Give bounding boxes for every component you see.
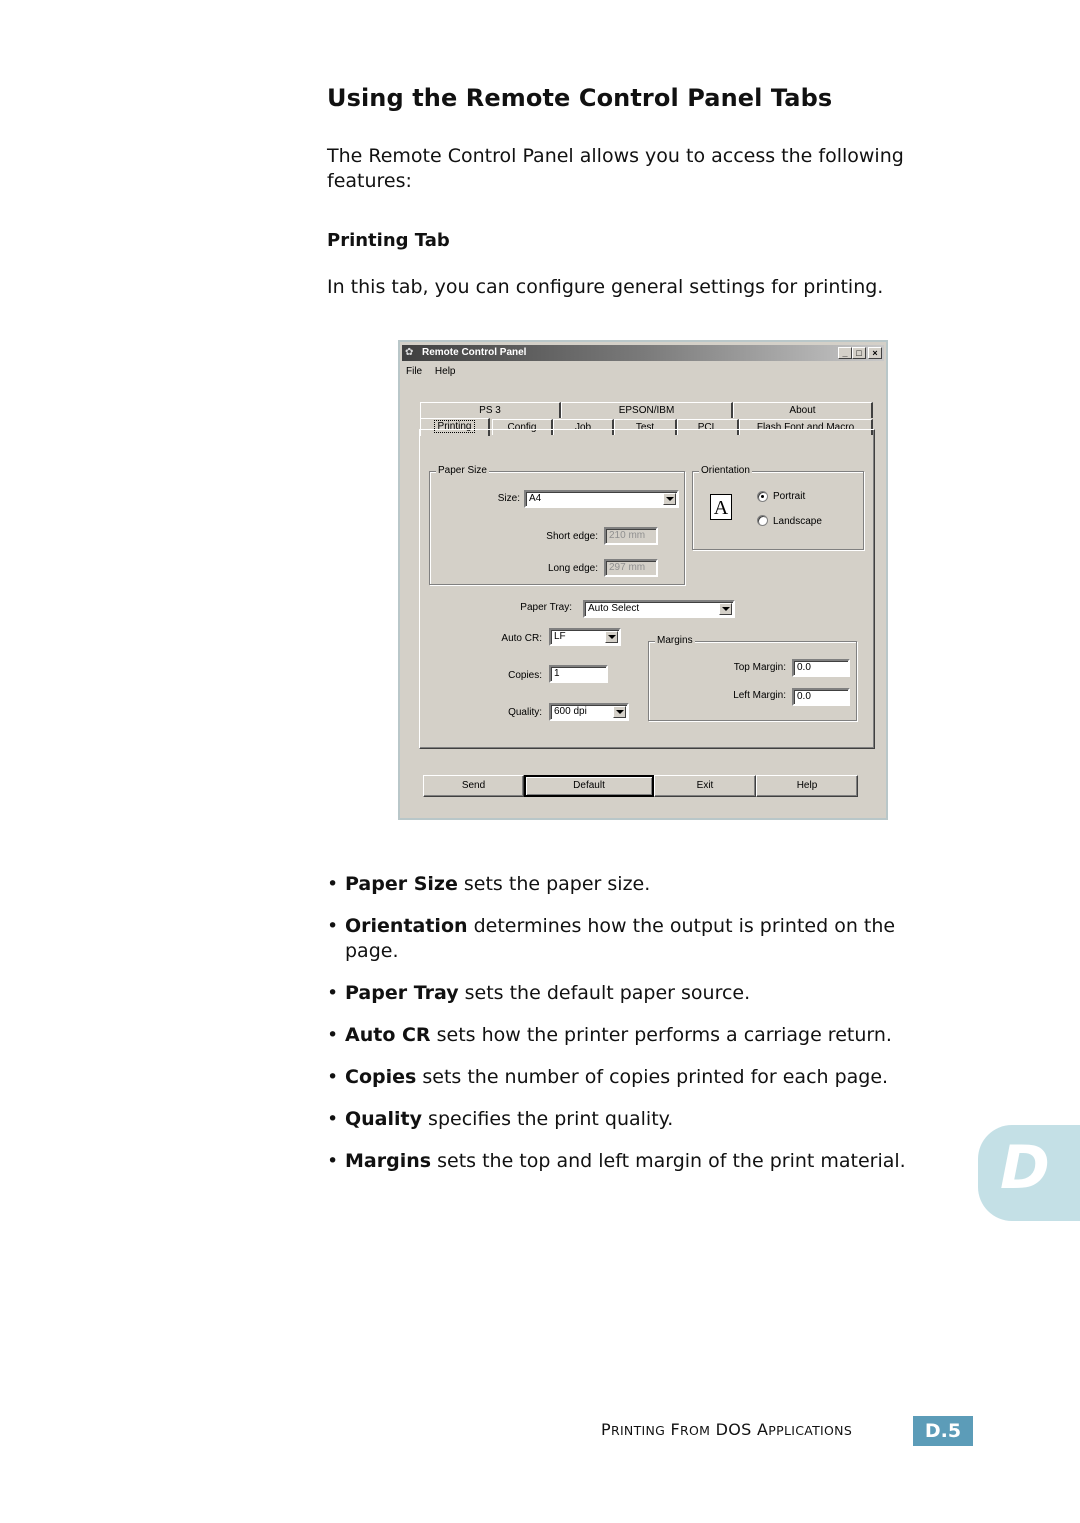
- left-margin-input[interactable]: 0.0: [792, 688, 850, 706]
- auto-cr-select[interactable]: LF: [549, 628, 621, 646]
- size-label: Size:: [497, 493, 520, 504]
- orientation-group-label: Orientation: [699, 465, 752, 476]
- paper-tray-value: Auto Select: [588, 603, 640, 614]
- app-icon: ✿: [405, 347, 414, 358]
- menu-file[interactable]: File: [406, 366, 422, 377]
- short-edge-label: Short edge:: [546, 531, 598, 542]
- feature-desc: specifies the print quality.: [422, 1108, 674, 1130]
- copies-input[interactable]: 1: [549, 665, 608, 683]
- portrait-page-icon: A: [710, 494, 732, 520]
- footer-word-part: PPLICATIONS: [768, 1423, 853, 1438]
- long-edge-field: 297 mm: [604, 559, 658, 577]
- top-margin-input[interactable]: 0.0: [792, 659, 850, 677]
- quality-select[interactable]: 600 dpi: [549, 703, 629, 721]
- feature-desc: sets the top and left margin of the prin…: [431, 1150, 906, 1172]
- page-number-badge: D.5: [913, 1416, 973, 1446]
- short-edge-field: 210 mm: [604, 527, 658, 545]
- left-margin-label: Left Margin:: [733, 690, 786, 701]
- tab-description: In this tab, you can configure general s…: [327, 276, 884, 298]
- section-heading: Printing Tab: [327, 230, 450, 251]
- landscape-radio[interactable]: [757, 515, 768, 526]
- margins-group-label: Margins: [655, 635, 695, 646]
- chapter-tab: D: [978, 1125, 1080, 1221]
- margins-group: Margins Top Margin: 0.0 Left Margin: 0.0: [648, 635, 857, 721]
- copies-label: Copies:: [508, 670, 542, 681]
- default-button[interactable]: Default: [524, 775, 654, 797]
- size-value: A4: [529, 493, 542, 504]
- feature-desc: sets the number of copies printed for ea…: [416, 1066, 889, 1088]
- list-item: Quality specifies the print quality.: [327, 1107, 947, 1132]
- close-button[interactable]: ×: [868, 347, 882, 359]
- auto-cr-label: Auto CR:: [501, 633, 542, 644]
- tab-ps3[interactable]: PS 3: [420, 402, 561, 418]
- page-heading: Using the Remote Control Panel Tabs: [327, 84, 833, 112]
- feature-term: Paper Tray: [345, 982, 459, 1004]
- send-button[interactable]: Send: [423, 775, 524, 797]
- list-item: Margins sets the top and left margin of …: [327, 1149, 947, 1174]
- window-title: Remote Control Panel: [422, 347, 527, 358]
- chevron-down-icon[interactable]: [719, 603, 732, 615]
- feature-term: Margins: [345, 1150, 432, 1172]
- quality-value: 600 dpi: [554, 706, 587, 717]
- chevron-down-icon[interactable]: [663, 493, 676, 505]
- feature-term: Auto CR: [345, 1024, 431, 1046]
- auto-cr-value: LF: [554, 631, 566, 642]
- title-bar: ✿ Remote Control Panel _ □ ×: [402, 345, 884, 361]
- feature-desc: sets the default paper source.: [458, 982, 751, 1004]
- paper-tray-select[interactable]: Auto Select: [583, 600, 735, 618]
- feature-desc: sets how the printer performs a carriage…: [430, 1024, 892, 1046]
- size-select[interactable]: A4: [524, 490, 679, 508]
- tab-about[interactable]: About: [733, 402, 873, 418]
- footer-word-part: ROM: [680, 1423, 711, 1438]
- minimize-button[interactable]: _: [838, 347, 852, 359]
- orientation-group: Orientation A Portrait Landscape: [692, 465, 864, 550]
- footer-word-part: P: [601, 1420, 611, 1439]
- feature-term: Quality: [345, 1108, 422, 1130]
- long-edge-label: Long edge:: [547, 563, 598, 574]
- portrait-label[interactable]: Portrait: [773, 491, 805, 502]
- feature-term: Orientation: [345, 915, 468, 937]
- feature-term: Copies: [345, 1066, 417, 1088]
- footer-word-part: A: [757, 1420, 769, 1439]
- printing-tab-panel: Paper Size Size: A4 Short edge: 210 mm L…: [419, 429, 875, 749]
- chevron-down-icon[interactable]: [605, 631, 618, 643]
- list-item: Paper Tray sets the default paper source…: [327, 981, 947, 1006]
- list-item: Paper Size sets the paper size.: [327, 872, 947, 897]
- feature-term: Paper Size: [345, 873, 458, 895]
- quality-label: Quality:: [508, 707, 542, 718]
- paper-size-group: Paper Size Size: A4 Short edge: 210 mm L…: [429, 465, 685, 585]
- menu-bar: File Help: [406, 366, 465, 377]
- list-item: Copies sets the number of copies printed…: [327, 1065, 947, 1090]
- footer-word-part: F: [670, 1420, 681, 1439]
- remote-control-panel-window: ✿ Remote Control Panel _ □ × File Help P…: [398, 340, 888, 820]
- menu-help[interactable]: Help: [435, 366, 456, 377]
- footer-section-title: PRINTING FROM DOS APPLICATIONS: [601, 1420, 852, 1439]
- portrait-radio[interactable]: [757, 491, 768, 502]
- maximize-button[interactable]: □: [852, 347, 866, 359]
- chevron-down-icon[interactable]: [613, 706, 626, 718]
- footer-word-part: RINTING: [610, 1423, 666, 1438]
- paper-size-group-label: Paper Size: [436, 465, 489, 476]
- list-item: Orientation determines how the output is…: [327, 914, 947, 964]
- landscape-label[interactable]: Landscape: [773, 516, 822, 527]
- top-margin-label: Top Margin:: [733, 662, 786, 673]
- feature-list: Paper Size sets the paper size. Orientat…: [327, 872, 947, 1191]
- chapter-letter: D: [1000, 1133, 1050, 1203]
- list-item: Auto CR sets how the printer performs a …: [327, 1023, 947, 1048]
- footer-word-part: DOS: [715, 1420, 752, 1439]
- feature-desc: sets the paper size.: [457, 873, 651, 895]
- intro-paragraph: The Remote Control Panel allows you to a…: [327, 145, 904, 192]
- exit-button[interactable]: Exit: [654, 775, 756, 797]
- tab-epson-ibm[interactable]: EPSON/IBM: [561, 402, 733, 418]
- help-button[interactable]: Help: [756, 775, 858, 797]
- paper-tray-label: Paper Tray:: [520, 602, 572, 613]
